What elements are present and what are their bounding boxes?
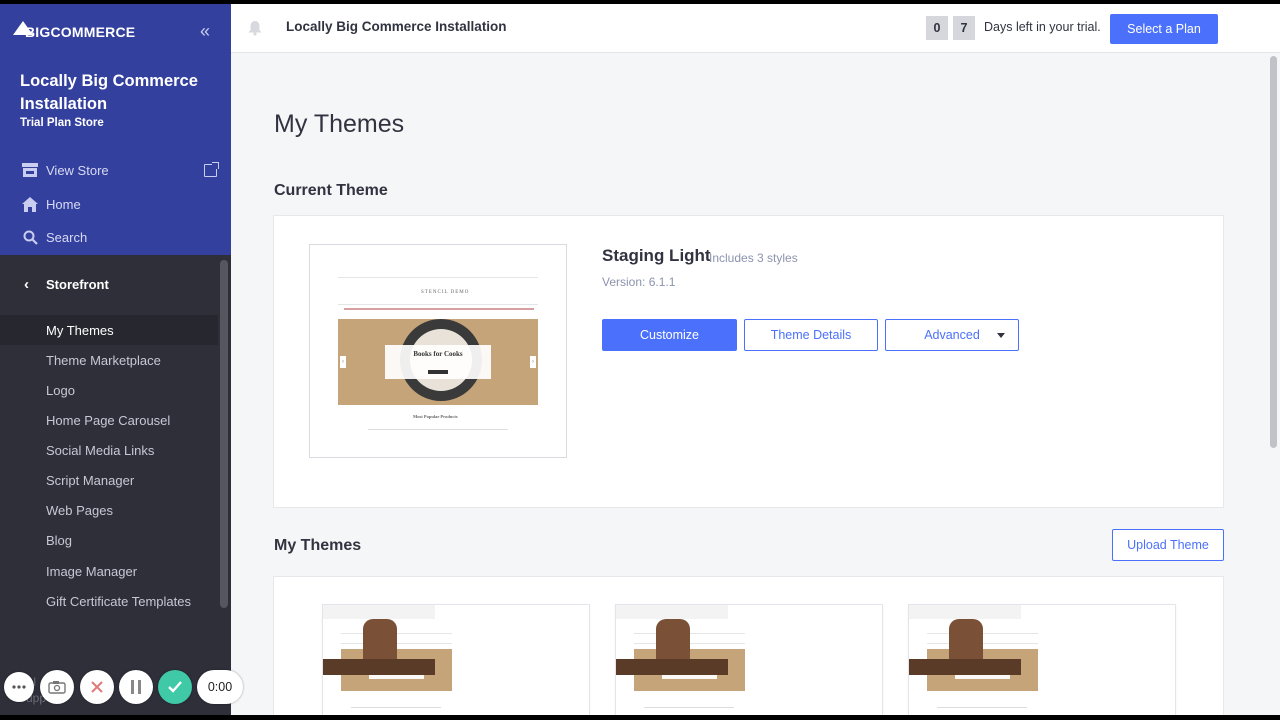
top-header: Locally Big Commerce Installation 0 7 Da… [231,4,1280,53]
sidebar-item-label: Social Media Links [46,442,155,458]
recording-timer: 0:00 [197,670,243,704]
preview-hero: Books for Cooks ‹ › [338,319,538,405]
sidebar-item-label: Script Manager [46,472,135,488]
theme-name: Staging Light [602,246,711,265]
trial-days-digit: 0 [926,16,948,40]
store-plan: Trial Plan Store [20,117,104,129]
theme-thumbnail[interactable]: Books for Cooks [615,604,883,715]
cancel-icon[interactable] [80,670,114,704]
sidebar-item-label: View Store [46,162,109,178]
sidebar-item-theme-marketplace[interactable]: Theme Marketplace [0,345,218,375]
sidebar-item-label: Search [46,229,88,245]
chevron-left-icon: ‹ [340,356,346,368]
chevron-right-icon: › [530,356,536,368]
sidebar-item-home-page-carousel[interactable]: Home Page Carousel [0,405,218,435]
home-icon [22,196,38,212]
current-theme-heading: Current Theme [274,182,388,199]
store-name: Locally Big Commerce Installation [20,72,198,113]
current-theme-card: STENCIL DEMO Books for Cooks ‹ › Most Po… [273,215,1224,508]
theme-details-button[interactable]: Theme Details [744,319,878,351]
storefront-back-button[interactable]: ‹ Storefront [0,271,218,297]
sidebar-item-label: Blog [46,532,73,548]
check-icon[interactable] [158,670,192,704]
preview-banner: Books for Cooks [385,345,491,379]
theme-thumbnail[interactable]: Books for Cooks [908,604,1176,715]
my-themes-card: Books for Cooks Books for Cooks [273,576,1224,715]
sidebar-item-my-themes[interactable]: My Themes [0,315,218,345]
customize-button[interactable]: Customize [602,319,737,351]
search-icon [22,229,38,245]
camera-icon[interactable] [40,670,74,704]
main-scrollbar[interactable] [1270,56,1277,448]
sidebar-item-label: My Themes [46,322,114,338]
upload-theme-button[interactable]: Upload Theme [1112,529,1224,561]
sidebar: BIGCOMMERCE « Locally Big Commerce Insta… [0,4,231,715]
sidebar-item-blog[interactable]: Blog [0,525,218,555]
sidebar-item-social-media-links[interactable]: Social Media Links [0,435,218,465]
preview-popular: Most Popular Products [413,414,458,419]
sidebar-item-search[interactable]: Search [0,223,231,251]
sidebar-item-script-manager[interactable]: Script Manager [0,465,218,495]
theme-thumbnail[interactable]: Books for Cooks [322,604,590,715]
advanced-dropdown[interactable]: Advanced [885,319,1019,351]
store-title: Locally Big Commerce Installation [286,19,507,34]
chevron-left-icon: ‹ [24,275,29,293]
app-window: BIGCOMMERCE « Locally Big Commerce Insta… [0,4,1280,715]
sidebar-item-web-pages[interactable]: Web Pages [0,495,218,525]
external-link-icon [204,161,219,177]
sidebar-item-home[interactable]: Home [0,190,231,218]
my-themes-heading: My Themes [274,537,362,554]
sidebar-header: BIGCOMMERCE « Locally Big Commerce Insta… [0,4,231,255]
sidebar-item-label: Image Manager [46,563,138,579]
logo-suffix: COMMERCE [50,24,136,40]
current-theme-preview[interactable]: STENCIL DEMO Books for Cooks ‹ › Most Po… [309,244,567,458]
theme-preview-mock: STENCIL DEMO Books for Cooks ‹ › Most Po… [338,271,538,435]
collapse-sidebar-icon[interactable]: « [200,22,210,40]
preview-banner-title: Books for Cooks [413,350,463,358]
storefront-icon [22,162,38,178]
sidebar-scrollbar[interactable] [220,260,228,608]
section-label: Storefront [46,276,109,292]
trial-days-digit: 7 [953,16,975,40]
sidebar-item-gift-certificate-templates[interactable]: Gift Certificate Templates [0,586,218,616]
preview-store-logo: STENCIL DEMO [421,290,470,295]
advanced-label: Advanced [924,328,980,342]
pause-icon[interactable] [119,670,153,704]
sidebar-item-image-manager[interactable]: Image Manager [0,556,218,586]
sidebar-item-label: Home Page Carousel [46,412,171,428]
sidebar-item-label: Home [46,196,81,212]
theme-styles: Includes 3 styles [709,251,798,265]
sidebar-item-label: Theme Marketplace [46,352,161,368]
trial-text: Days left in your trial. [984,20,1101,34]
logo-prefix: BIG [25,24,51,40]
sidebar-item-label: Gift Certificate Templates [46,593,191,609]
more-icon[interactable] [4,672,34,702]
select-plan-button[interactable]: Select a Plan [1110,14,1218,44]
theme-version: Version: 6.1.1 [602,275,676,289]
sidebar-item-view-store[interactable]: View Store [0,156,231,184]
sidebar-item-label: Web Pages [46,502,113,518]
sidebar-item-logo[interactable]: Logo [0,375,218,405]
bigcommerce-logo[interactable]: BIGCOMMERCE [13,20,136,44]
storefront-submenu: ‹ Storefront My Themes Theme Marketplace… [0,255,218,715]
sidebar-item-label: Logo [46,382,75,398]
page-title: My Themes [274,110,405,138]
bell-icon[interactable] [247,20,262,36]
caret-down-icon [997,333,1005,338]
